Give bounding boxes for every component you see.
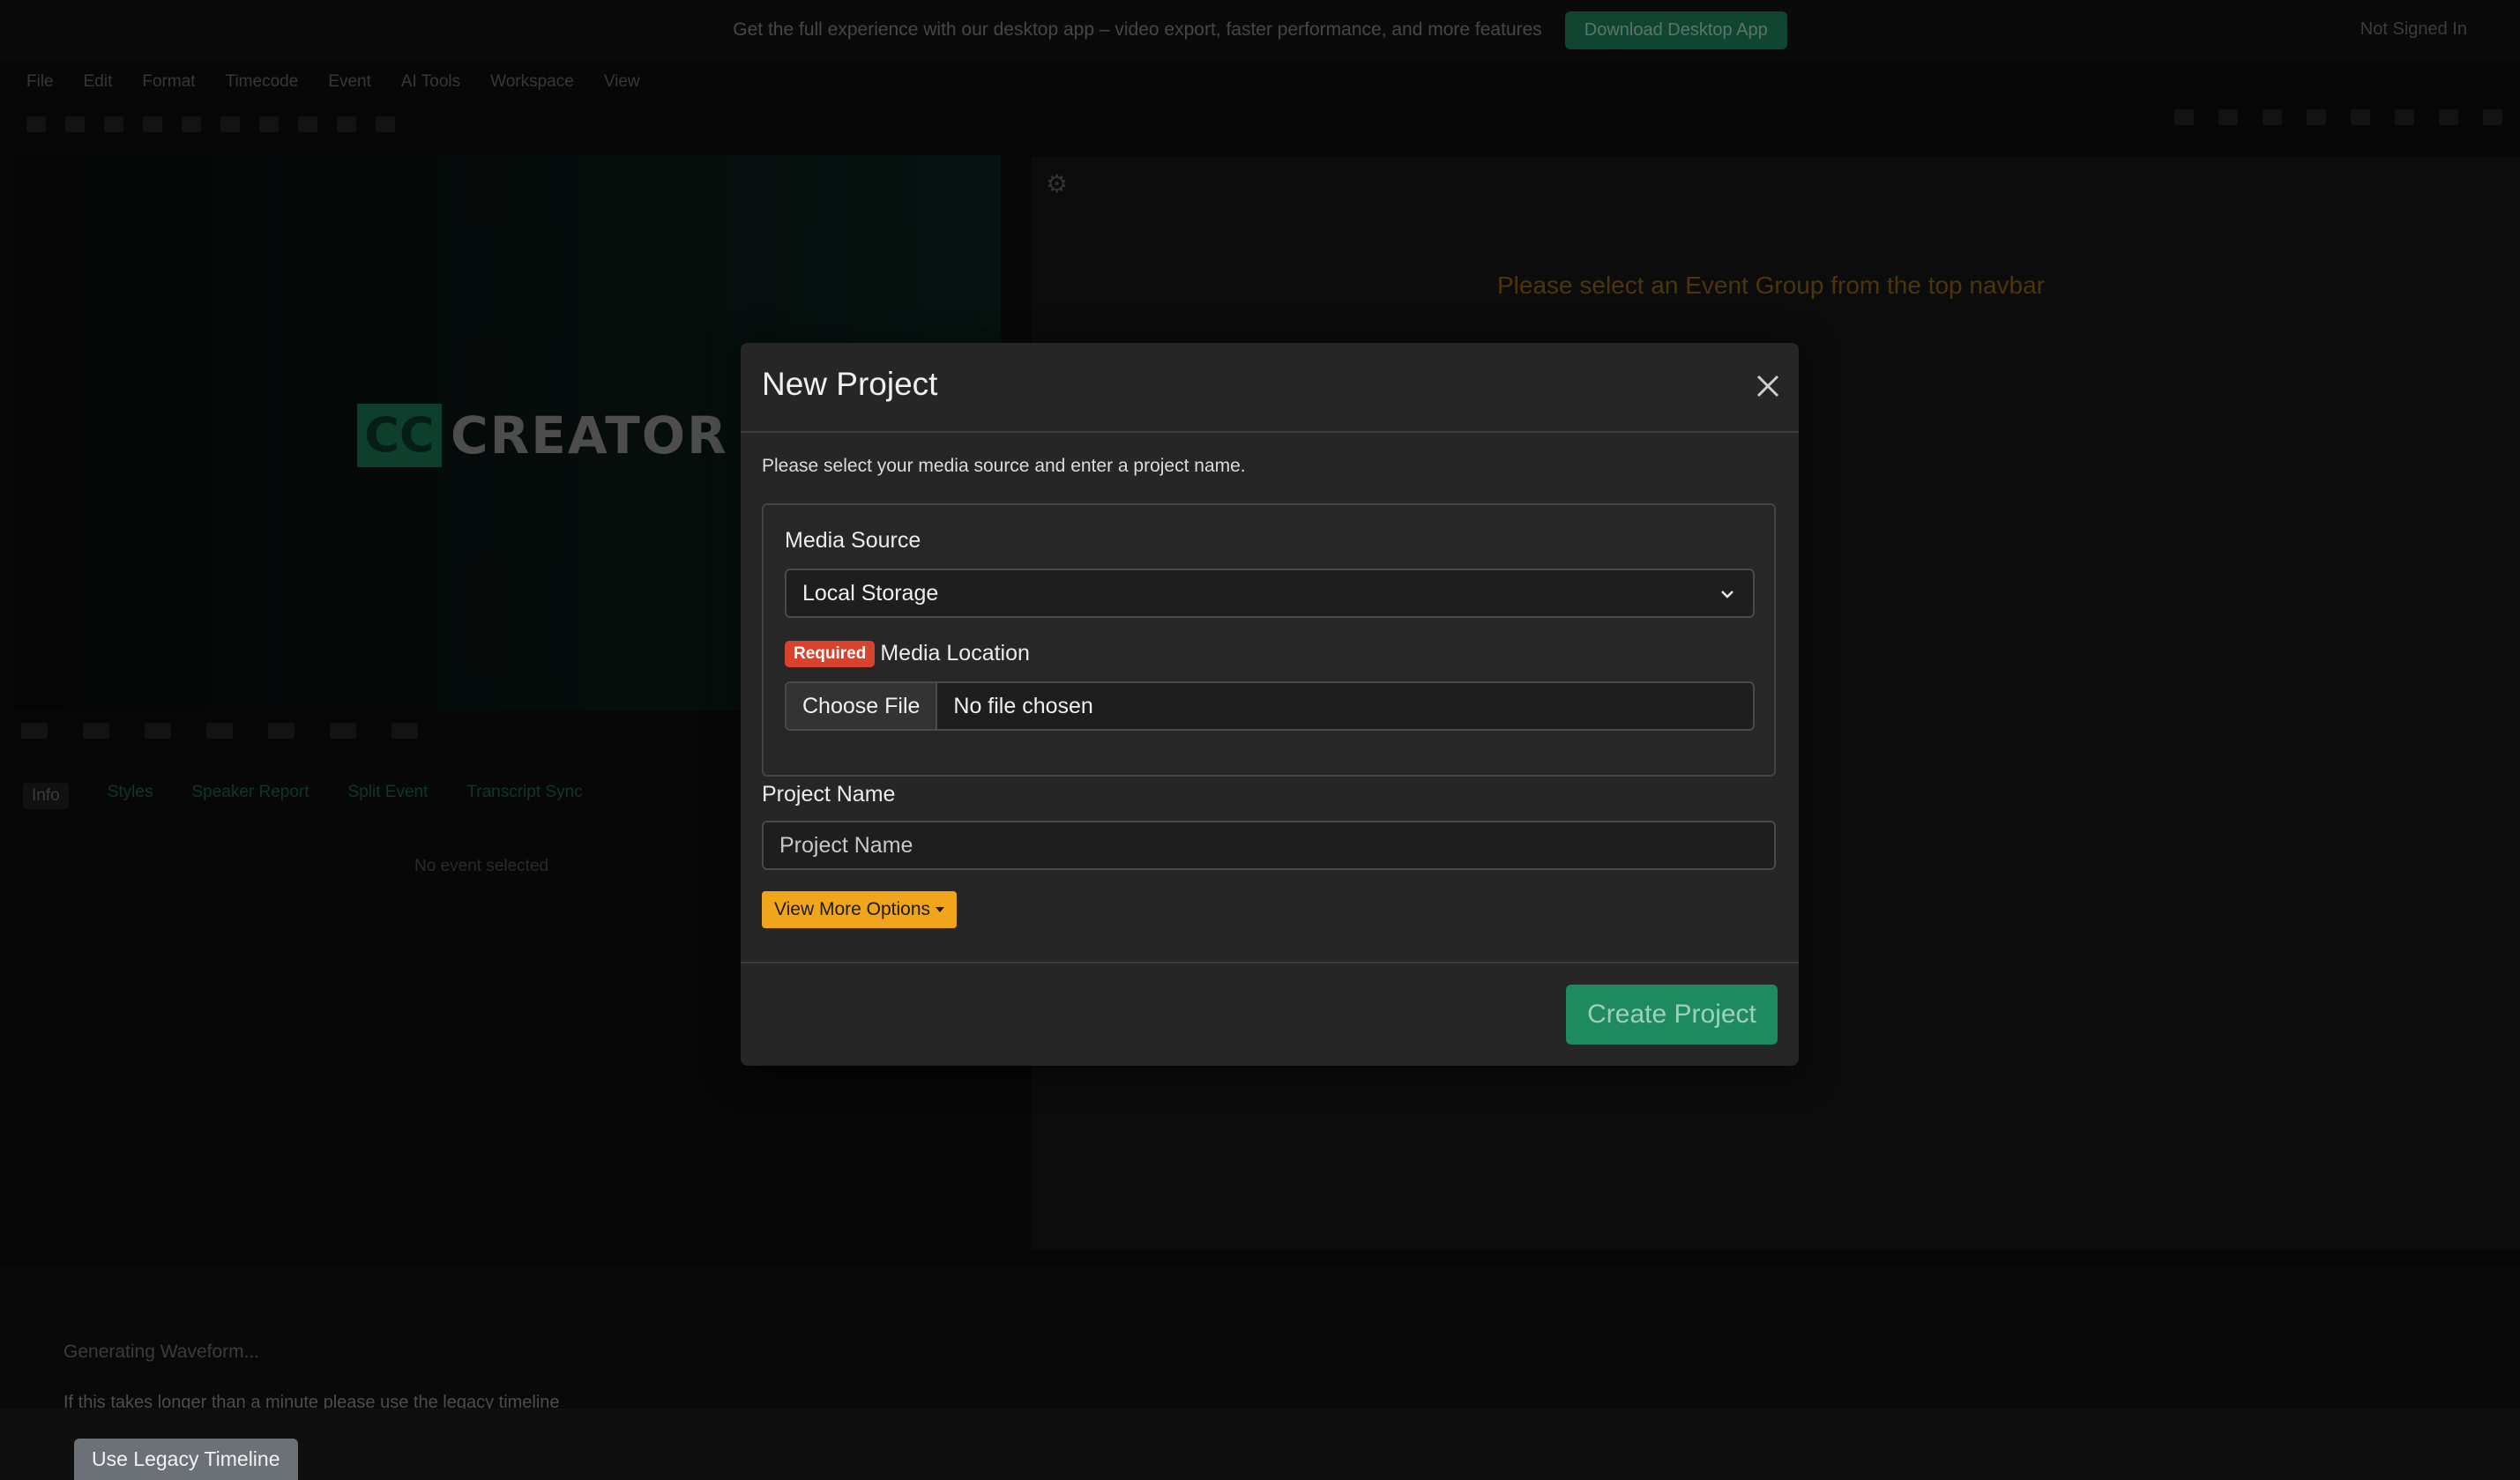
media-source-label: Media Source bbox=[785, 528, 921, 553]
caret-down-icon bbox=[936, 907, 945, 912]
media-source-value: Local Storage bbox=[802, 580, 939, 606]
file-status: No file chosen bbox=[953, 693, 1093, 718]
choose-file-button[interactable]: Choose File bbox=[787, 683, 938, 729]
project-name-label: Project Name bbox=[762, 782, 896, 807]
modal-intro: Please select your media source and ente… bbox=[762, 456, 1246, 476]
media-location-file-input[interactable]: Choose File No file chosen bbox=[785, 681, 1755, 731]
media-location-label: Media Location bbox=[880, 641, 1030, 666]
create-project-button[interactable]: Create Project bbox=[1566, 985, 1778, 1045]
view-more-options-button[interactable]: View More Options bbox=[762, 891, 958, 928]
view-more-options-label: View More Options bbox=[774, 899, 931, 919]
close-icon[interactable] bbox=[1753, 371, 1783, 401]
media-source-select[interactable]: Local Storage bbox=[785, 569, 1755, 618]
new-project-modal: New Project Please select your media sou… bbox=[741, 343, 1799, 1066]
project-name-input[interactable] bbox=[762, 821, 1776, 870]
media-fieldset: Media Source Local Storage Required Media… bbox=[762, 503, 1776, 777]
required-badge: Required bbox=[785, 641, 876, 667]
modal-title: New Project bbox=[762, 366, 938, 402]
modal-header: New Project bbox=[741, 343, 1799, 433]
chevron-down-icon bbox=[1721, 591, 1733, 599]
media-location-row: Required Media Location bbox=[785, 641, 1030, 667]
modal-footer-divider bbox=[741, 962, 1799, 963]
use-legacy-timeline-button[interactable]: Use Legacy Timeline bbox=[74, 1439, 298, 1480]
